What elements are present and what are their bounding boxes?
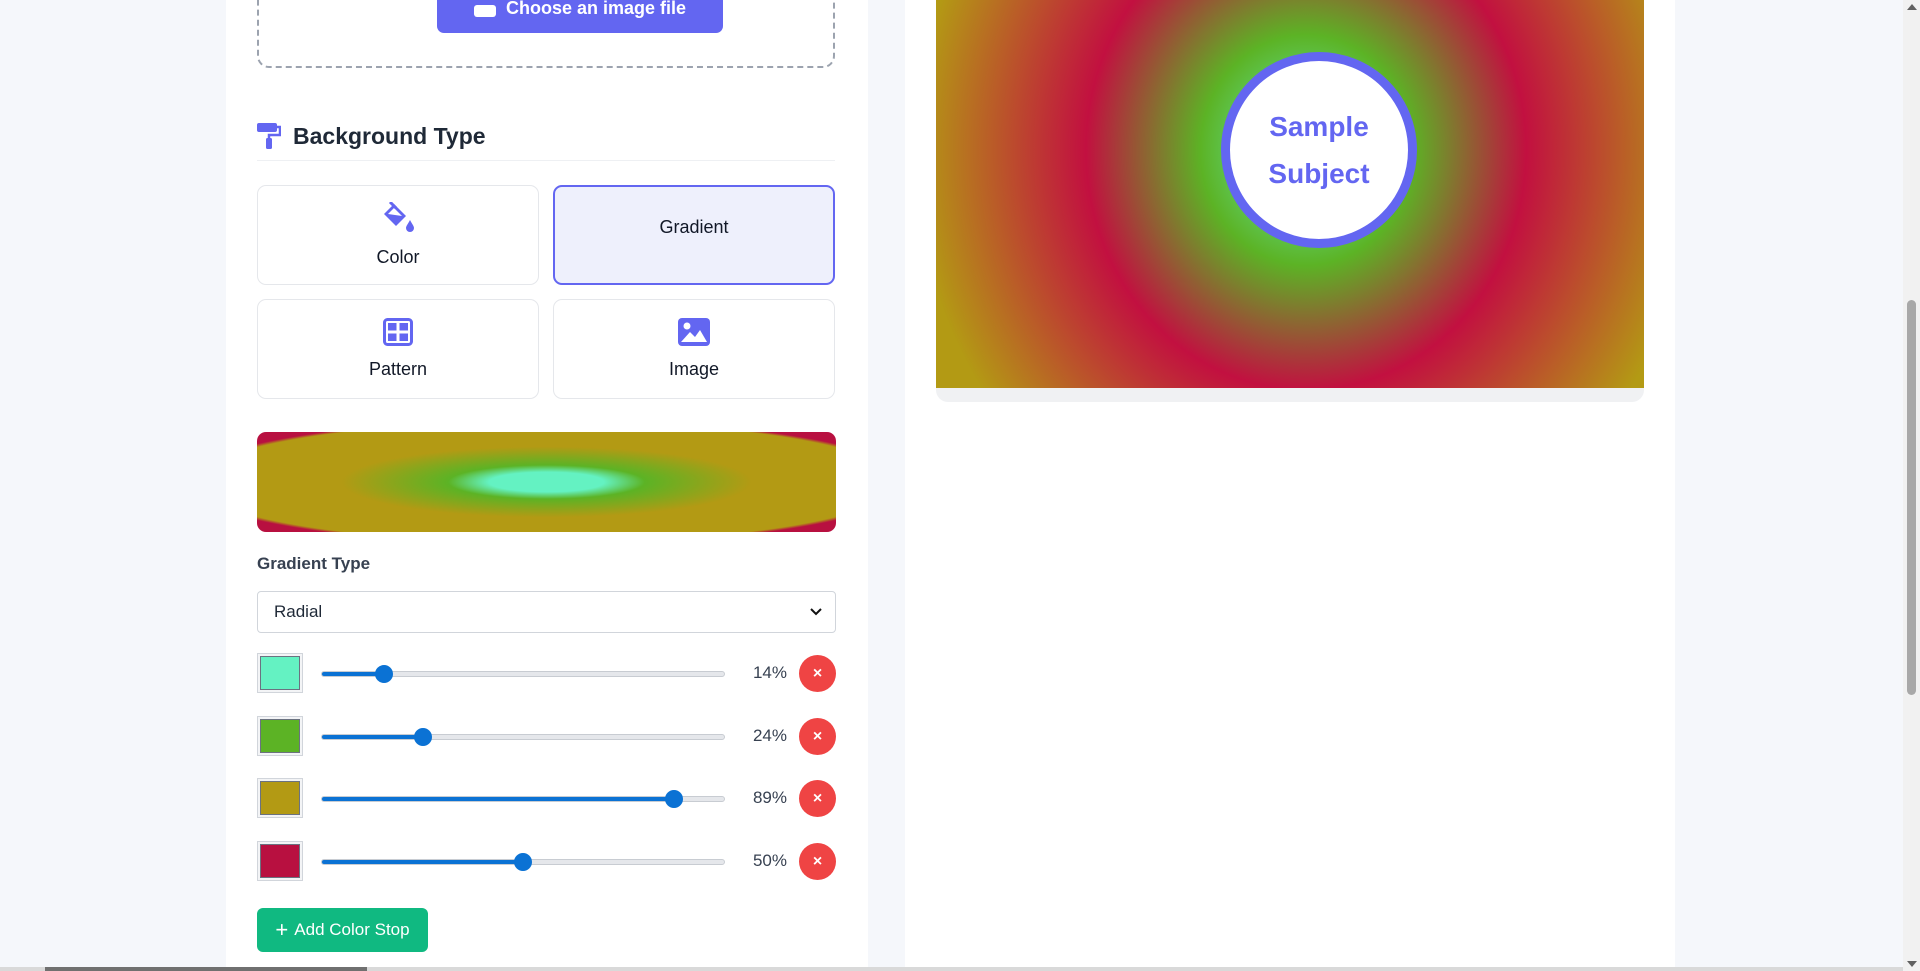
- stop-percent: 89%: [752, 788, 787, 807]
- delete-stop-button[interactable]: ×: [799, 843, 836, 880]
- stop-percent: 14%: [752, 663, 787, 682]
- preview-panel: Sample Subject: [905, 0, 1675, 971]
- bg-option-pattern[interactable]: Pattern: [257, 299, 539, 399]
- paint-roller-icon: [257, 123, 282, 149]
- grid-icon: [383, 318, 413, 351]
- delete-stop-button[interactable]: ×: [799, 780, 836, 817]
- vertical-scrollbar[interactable]: [1903, 0, 1920, 971]
- scrollbar-thumb[interactable]: [1907, 300, 1916, 695]
- add-color-stop-button[interactable]: + Add Color Stop: [257, 908, 428, 952]
- color-swatch[interactable]: [257, 778, 303, 818]
- bg-option-label: Image: [668, 359, 720, 379]
- sample-subject: Sample Subject: [1221, 52, 1417, 248]
- color-swatch[interactable]: [257, 653, 303, 693]
- stop-position-slider[interactable]: [321, 734, 725, 740]
- close-icon: ×: [812, 789, 823, 807]
- editor-panel: Choose an image file Background Type Col…: [226, 0, 868, 971]
- scroll-up-icon[interactable]: [1907, 4, 1917, 10]
- chevron-down-icon: [809, 602, 823, 622]
- bg-option-color[interactable]: Color: [257, 185, 539, 285]
- preview-footer: [936, 388, 1644, 402]
- horizontal-scrollbar-thumb[interactable]: [45, 967, 367, 971]
- background-type-header: Background Type: [257, 112, 835, 161]
- preview-canvas: Sample Subject: [936, 0, 1644, 388]
- scroll-down-icon[interactable]: [1907, 961, 1917, 967]
- bg-option-gradient[interactable]: Gradient: [553, 185, 835, 285]
- color-stop-row: 24% ×: [257, 714, 836, 758]
- subject-line-1: Sample: [1269, 111, 1369, 142]
- bg-option-image[interactable]: Image: [553, 299, 835, 399]
- plus-icon: +: [275, 917, 289, 942]
- color-swatch[interactable]: [257, 841, 303, 881]
- add-color-stop-label: Add Color Stop: [294, 920, 410, 939]
- slider-thumb[interactable]: [664, 790, 683, 808]
- slider-thumb[interactable]: [413, 728, 432, 746]
- choose-image-label: Choose an image file: [505, 0, 687, 18]
- color-swatch[interactable]: [257, 716, 303, 756]
- delete-stop-button[interactable]: ×: [799, 718, 836, 755]
- close-icon: ×: [812, 727, 823, 745]
- slider-thumb[interactable]: [375, 665, 394, 683]
- stop-percent: 24%: [752, 726, 787, 745]
- bg-option-label: Gradient: [659, 217, 729, 237]
- horizontal-scrollbar[interactable]: [0, 967, 1903, 971]
- delete-stop-button[interactable]: ×: [799, 655, 836, 692]
- gradient-type-value: Radial: [274, 602, 323, 621]
- upload-icon: [473, 5, 496, 17]
- gradient-type-select[interactable]: Radial: [257, 591, 836, 633]
- close-icon: ×: [812, 852, 823, 870]
- close-icon: ×: [812, 664, 823, 682]
- color-stop-row: 50% ×: [257, 839, 836, 883]
- gradient-type-label: Gradient Type: [257, 554, 371, 573]
- section-title: Background Type: [293, 122, 486, 149]
- paint-bucket-icon: [380, 200, 416, 239]
- bg-option-label: Pattern: [368, 359, 428, 379]
- subject-line-2: Subject: [1268, 158, 1370, 189]
- stop-percent: 50%: [752, 851, 787, 870]
- color-stop-row: 89% ×: [257, 776, 836, 820]
- gradient-preview: [257, 432, 836, 532]
- slider-thumb[interactable]: [514, 853, 532, 871]
- image-icon: [678, 318, 710, 351]
- choose-image-button[interactable]: Choose an image file: [437, 0, 723, 33]
- color-stop-row: 14% ×: [257, 651, 836, 695]
- upload-dropzone[interactable]: Choose an image file: [257, 0, 835, 68]
- bg-option-label: Color: [376, 247, 420, 267]
